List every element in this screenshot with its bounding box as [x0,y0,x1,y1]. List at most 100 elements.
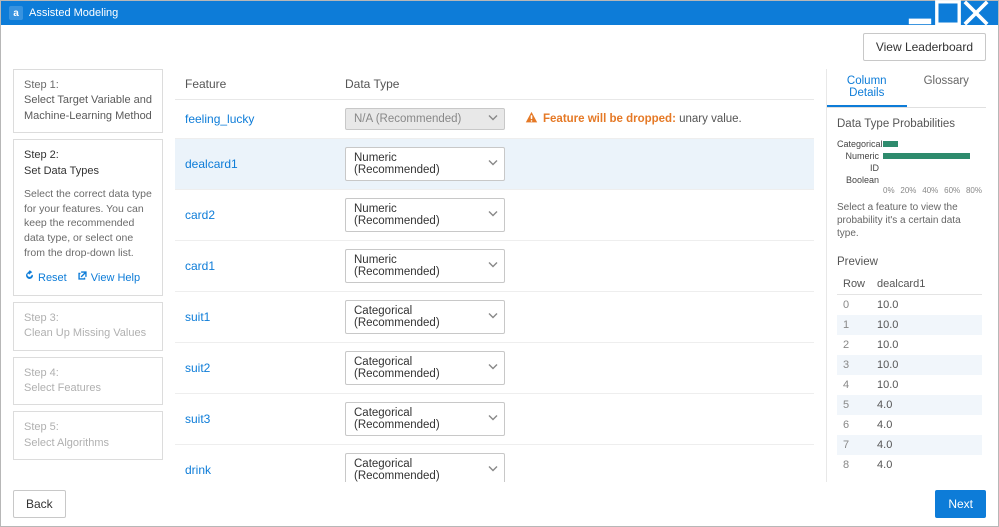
data-type-select-value: Categorical (Recommended) [354,305,484,329]
wizard-step-2-title: Set Data Types [24,164,152,179]
tab-column-details[interactable]: Column Details [827,69,907,107]
window-title: Assisted Modeling [29,7,906,19]
chevron-down-icon [488,362,498,375]
wizard-steps: Step 1: Select Target Variable and Machi… [13,69,163,482]
preview-row-value: 10.0 [871,355,982,375]
data-type-select[interactable]: Categorical (Recommended) [345,453,505,482]
prob-bar [883,141,898,147]
wizard-step-5[interactable]: Step 5: Select Algorithms [13,411,163,460]
window-maximize-button[interactable] [934,1,962,25]
preview-row-index: 7 [837,435,871,455]
table-row[interactable]: feeling_luckyN/A (Recommended)Feature wi… [175,100,814,139]
prob-axis-tick: 20% [900,186,916,195]
prob-bar-track [883,164,982,172]
preview-row-index: 5 [837,395,871,415]
data-type-select: N/A (Recommended) [345,108,505,130]
wizard-step-2-label: Step 2: [24,148,152,163]
preview-row-value: 10.0 [871,315,982,335]
window-controls [906,1,990,25]
table-row[interactable]: card1 Numeric (Recommended) [175,241,814,292]
table-row[interactable]: card2 Numeric (Recommended) [175,190,814,241]
data-type-select[interactable]: Categorical (Recommended) [345,351,505,385]
view-leaderboard-button[interactable]: View Leaderboard [863,33,986,61]
data-type-select[interactable]: Categorical (Recommended) [345,402,505,436]
preview-title: Preview [837,256,982,268]
wizard-step-3-label: Step 3: [24,311,152,326]
back-button[interactable]: Back [13,490,66,518]
preview-row-index: 3 [837,355,871,375]
feature-name-link[interactable]: drink [185,463,211,477]
wizard-step-1[interactable]: Step 1: Select Target Variable and Machi… [13,69,163,133]
view-help-link-label: View Help [91,271,140,286]
feature-name-link[interactable]: suit2 [185,361,210,375]
app-icon: a [9,6,23,20]
chevron-down-icon [488,260,498,273]
tab-glossary[interactable]: Glossary [907,69,987,107]
right-panel-scroll[interactable]: Data Type Probabilities CategoricalNumer… [827,108,986,482]
prob-bar-row: ID [837,162,982,174]
feature-table-container: Feature Data Type feeling_lucky N/A (Reco… [175,69,814,482]
wizard-step-1-title: Select Target Variable and Machine-Learn… [24,93,152,124]
preview-row-value: 4.0 [871,455,982,475]
reset-link[interactable]: Reset [24,270,67,286]
preview-row-index: 1 [837,315,871,335]
next-button[interactable]: Next [935,490,986,518]
chevron-down-icon [488,158,498,171]
reset-icon [24,270,35,286]
data-type-select[interactable]: Numeric (Recommended) [345,147,505,181]
probabilities-title: Data Type Probabilities [837,118,982,130]
feature-name-link[interactable]: suit3 [185,412,210,426]
feature-name-link[interactable]: suit1 [185,310,210,324]
prob-bar-row: Categorical [837,138,982,150]
preview-row: 410.0 [837,375,982,395]
table-row[interactable]: dealcard1 Numeric (Recommended) [175,139,814,190]
bottom-bar: Back Next [1,482,998,526]
chevron-down-icon [488,113,498,126]
preview-row-index: 0 [837,295,871,316]
table-row[interactable]: suit2 Categorical (Recommended) [175,343,814,394]
probabilities-caption: Select a feature to view the probability… [837,201,982,240]
probabilities-chart: CategoricalNumericIDBoolean0%20%40%60%80… [837,138,982,195]
wizard-step-2[interactable]: Step 2: Set Data Types Select the correc… [13,139,163,296]
prob-bar-track [883,176,982,184]
col-header-feature[interactable]: Feature [175,69,335,100]
preview-table: Row dealcard1 010.0110.0210.0310.0410.05… [837,274,982,475]
data-type-select[interactable]: Numeric (Recommended) [345,198,505,232]
table-row[interactable]: drink Categorical (Recommended) [175,445,814,483]
wizard-step-3-title: Clean Up Missing Values [24,326,152,341]
table-row[interactable]: suit3 Categorical (Recommended) [175,394,814,445]
wizard-step-3[interactable]: Step 3: Clean Up Missing Values [13,302,163,351]
wizard-step-4[interactable]: Step 4: Select Features [13,357,163,406]
preview-col-row[interactable]: Row [837,274,871,295]
window-close-button[interactable] [962,1,990,25]
view-help-link[interactable]: View Help [77,270,140,286]
warning-icon [525,111,538,127]
col-header-dtype[interactable]: Data Type [335,69,515,100]
preview-row-index: 4 [837,375,871,395]
data-type-select[interactable]: Numeric (Recommended) [345,249,505,283]
feature-name-link[interactable]: dealcard1 [185,157,238,171]
feature-name-link[interactable]: card2 [185,208,215,222]
wizard-step-5-title: Select Algorithms [24,436,152,451]
feature-name-link[interactable]: feeling_lucky [185,112,254,126]
data-type-select[interactable]: Categorical (Recommended) [345,300,505,334]
preview-row-index: 8 [837,455,871,475]
preview-row-value: 4.0 [871,395,982,415]
data-type-select-value: Categorical (Recommended) [354,407,484,431]
preview-row-value: 10.0 [871,295,982,316]
top-action-bar: View Leaderboard [1,25,998,69]
feature-name-link[interactable]: card1 [185,259,215,273]
window-minimize-button[interactable] [906,1,934,25]
preview-row: 84.0 [837,455,982,475]
external-link-icon [77,270,88,286]
table-row[interactable]: suit1 Categorical (Recommended) [175,292,814,343]
prob-bar-label: ID [837,163,883,173]
preview-col-val[interactable]: dealcard1 [871,274,982,295]
data-type-select-value: Numeric (Recommended) [354,254,484,278]
title-bar: a Assisted Modeling [1,1,998,25]
preview-table-container: Row dealcard1 010.0110.0210.0310.0410.05… [837,274,982,475]
chevron-down-icon [488,311,498,324]
feature-warning-text: unary value. [676,113,742,125]
data-type-select-value: Categorical (Recommended) [354,356,484,380]
wizard-step-4-label: Step 4: [24,366,152,381]
